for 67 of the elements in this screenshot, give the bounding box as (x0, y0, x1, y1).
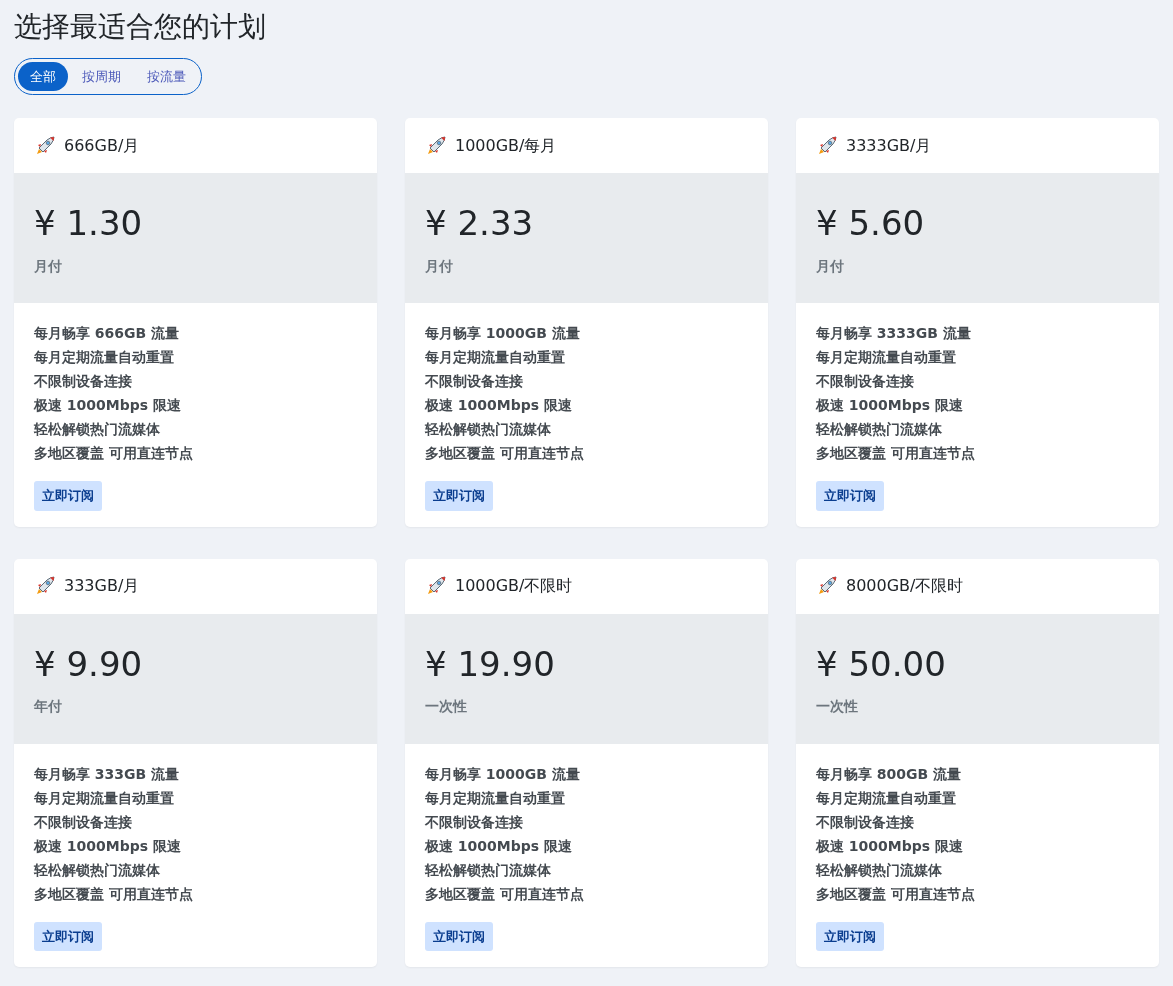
plan-name: 333GB/月 (64, 575, 140, 598)
feature-text: 多地区覆盖 可用直连节点 (425, 884, 585, 904)
filter-tab[interactable]: 按流量 (135, 61, 198, 92)
feature-text: 极速 1000Mbps 限速 (816, 836, 965, 856)
filter-tab[interactable]: 按周期 (70, 61, 133, 92)
billing-period: 年付 (34, 697, 63, 717)
price: ¥ 9.90 (34, 643, 144, 685)
feature-text: 每月定期流量自动重置 (425, 788, 566, 808)
feature-text: 每月畅享 333GB 流量 (34, 764, 181, 784)
feature-text: 每月定期流量自动重置 (34, 348, 175, 368)
plan-name: 3333GB/月 (846, 134, 932, 157)
plan-name: 1000GB/每月 (455, 134, 557, 157)
billing-period: 月付 (34, 256, 63, 276)
feature-text: 每月定期流量自动重置 (425, 348, 566, 368)
feature-text: 每月定期流量自动重置 (816, 348, 957, 368)
feature-text: 极速 1000Mbps 限速 (425, 396, 574, 416)
filter-tab[interactable]: 全部 (18, 61, 68, 92)
subscribe-button[interactable]: 立即订阅 (816, 921, 884, 952)
rocket-icon (816, 134, 838, 157)
billing-period: 月付 (816, 256, 845, 276)
feature-text: 多地区覆盖 可用直连节点 (34, 884, 194, 904)
feature-text: 多地区覆盖 可用直连节点 (425, 444, 585, 464)
plan-name: 1000GB/不限时 (455, 575, 573, 598)
feature-text: 每月定期流量自动重置 (34, 788, 175, 808)
price: ¥ 50.00 (816, 643, 947, 685)
feature-text: 每月畅享 1000GB 流量 (425, 764, 581, 784)
feature-text: 轻松解锁热门流媒体 (425, 420, 552, 440)
feature-text: 不限制设备连接 (816, 812, 915, 832)
subscribe-button[interactable]: 立即订阅 (816, 481, 884, 511)
feature-text: 每月畅享 666GB 流量 (34, 324, 181, 344)
subscribe-button[interactable]: 立即订阅 (34, 481, 102, 511)
feature-text: 不限制设备连接 (425, 812, 524, 832)
feature-text: 极速 1000Mbps 限速 (34, 396, 183, 416)
feature-text: 多地区覆盖 可用直连节点 (816, 444, 976, 464)
subscribe-button[interactable]: 立即订阅 (425, 921, 493, 952)
feature-text: 极速 1000Mbps 限速 (425, 836, 574, 856)
feature-text: 轻松解锁热门流媒体 (34, 420, 161, 440)
feature-text: 轻松解锁热门流媒体 (816, 420, 943, 440)
feature-text: 每月畅享 800GB 流量 (816, 764, 963, 784)
subscribe-button[interactable]: 立即订阅 (425, 481, 493, 511)
billing-period: 月付 (425, 256, 454, 276)
billing-period: 一次性 (425, 697, 468, 717)
feature-text: 不限制设备连接 (816, 372, 915, 392)
plan-name: 8000GB/不限时 (846, 575, 964, 598)
price: ¥ 5.60 (816, 203, 926, 244)
feature-text: 不限制设备连接 (425, 372, 524, 392)
plan-name: 666GB/月 (64, 134, 140, 157)
price: ¥ 19.90 (425, 643, 556, 685)
rocket-icon (425, 134, 447, 157)
feature-text: 极速 1000Mbps 限速 (34, 836, 183, 856)
feature-text: 轻松解锁热门流媒体 (816, 860, 943, 880)
feature-text: 轻松解锁热门流媒体 (34, 860, 161, 880)
feature-text: 极速 1000Mbps 限速 (816, 396, 965, 416)
billing-period: 一次性 (816, 697, 859, 717)
feature-text: 每月定期流量自动重置 (816, 788, 957, 808)
price: ¥ 1.30 (34, 203, 144, 244)
price: ¥ 2.33 (425, 203, 535, 244)
feature-text: 轻松解锁热门流媒体 (425, 860, 552, 880)
feature-text: 每月畅享 3333GB 流量 (816, 324, 972, 344)
feature-text: 每月畅享 1000GB 流量 (425, 324, 581, 344)
feature-text: 不限制设备连接 (34, 812, 133, 832)
feature-text: 不限制设备连接 (34, 372, 133, 392)
rocket-icon (34, 134, 56, 157)
feature-text: 多地区覆盖 可用直连节点 (816, 884, 976, 904)
page-title: 选择最适合您的计划 (14, 10, 267, 44)
feature-text: 多地区覆盖 可用直连节点 (34, 444, 194, 464)
subscribe-button[interactable]: 立即订阅 (34, 921, 102, 952)
